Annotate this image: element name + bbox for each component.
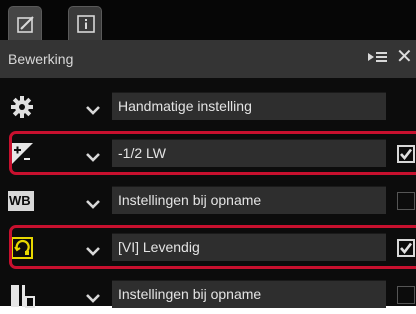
setting-dropdown[interactable]: -1/2 LW	[112, 139, 386, 167]
enable-checkbox[interactable]	[397, 286, 415, 304]
white-balance-icon: WB	[8, 191, 34, 211]
setting-value: [VI] Levendig	[118, 239, 200, 255]
exposure-compensation-icon	[10, 142, 34, 166]
enable-checkbox[interactable]	[397, 239, 415, 257]
list-item: -1/2 LW	[0, 135, 416, 173]
chevron-down-icon[interactable]	[86, 243, 100, 256]
panel-header: Bewerking ✕	[0, 40, 416, 78]
picture-control-icon	[10, 236, 34, 260]
setting-value: -1/2 LW	[118, 145, 166, 161]
panel-menu-icon[interactable]	[368, 51, 388, 67]
setting-dropdown[interactable]: [VI] Levendig	[112, 233, 386, 261]
list-item: Handmatige instelling	[0, 88, 416, 126]
chevron-down-icon[interactable]	[86, 102, 100, 115]
chevron-down-icon[interactable]	[86, 149, 100, 162]
tab-info[interactable]	[68, 6, 102, 40]
chevron-down-icon[interactable]	[86, 290, 100, 303]
enable-checkbox[interactable]	[397, 192, 415, 210]
enable-checkbox[interactable]	[397, 145, 415, 163]
setting-dropdown[interactable]: Instellingen bij opname	[112, 280, 386, 308]
setting-value: Instellingen bij opname	[118, 192, 262, 208]
adjustment-list: Handmatige instelling -1/2 LW WB Instell…	[0, 78, 416, 308]
list-item: WB Instellingen bij opname	[0, 182, 416, 220]
panel-title: Bewerking	[8, 51, 74, 67]
setting-value: Handmatige instelling	[118, 98, 252, 114]
chevron-down-icon[interactable]	[86, 196, 100, 209]
list-item: Instellingen bij opname	[0, 276, 416, 314]
tone-icon	[10, 283, 35, 308]
close-icon[interactable]: ✕	[396, 47, 413, 67]
setting-value: Instellingen bij opname	[118, 286, 262, 302]
tab-strip	[0, 0, 416, 40]
setting-dropdown[interactable]: Instellingen bij opname	[112, 186, 386, 214]
gear-icon	[10, 95, 34, 119]
setting-dropdown[interactable]: Handmatige instelling	[112, 92, 386, 120]
list-item: [VI] Levendig	[0, 229, 416, 267]
tab-edit[interactable]	[8, 6, 42, 40]
